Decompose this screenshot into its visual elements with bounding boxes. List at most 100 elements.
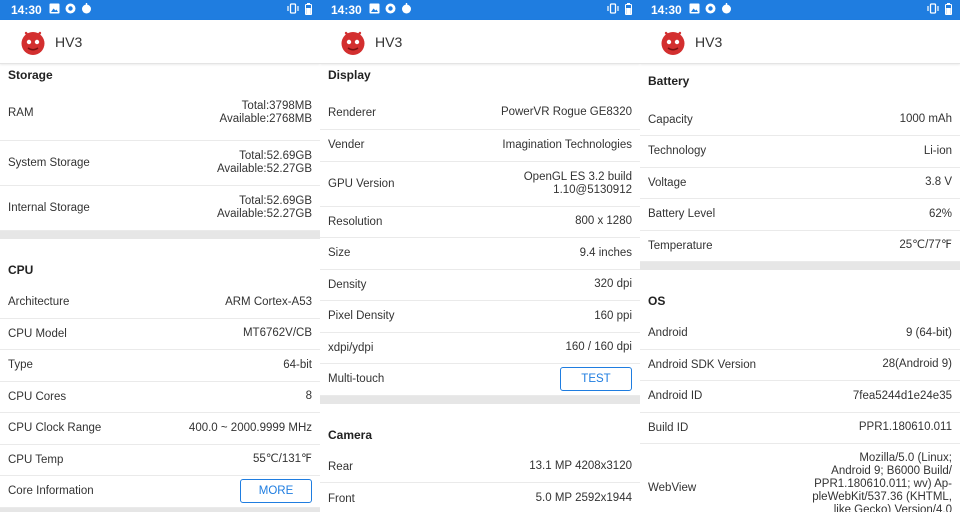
test-button[interactable]: TEST: [560, 367, 632, 392]
row-internal-storage: Internal Storage Total:52.69GB Available…: [0, 186, 320, 231]
row-value: 25℃/77℉: [899, 239, 952, 252]
row-value: 400.0 ~ 2000.9999 MHz: [188, 421, 312, 434]
screen-right: 14:30 HV3 Battery Capacity 1000 mAh Tech…: [640, 0, 960, 512]
row-label: Size: [328, 247, 351, 260]
row-label: Android ID: [648, 390, 703, 403]
section-divider: [320, 395, 640, 404]
section-title-display: Display: [328, 68, 371, 82]
image-icon: [49, 3, 60, 17]
row-label: Architecture: [8, 296, 70, 309]
row-label: Vender: [328, 139, 365, 152]
row-multi-touch: Multi-touch TEST: [320, 364, 640, 396]
row-architecture: Architecture ARM Cortex-A53: [0, 287, 320, 319]
row-front-camera: Front 5.0 MP 2592x1944: [320, 483, 640, 512]
row-label: CPU Clock Range: [8, 422, 102, 435]
android-icon: [81, 3, 92, 17]
row-ram: RAM Total:3798MB Available:2768MB: [0, 86, 320, 141]
row-value: 9 (64-bit): [905, 326, 952, 339]
status-bar: 14:30: [640, 0, 960, 20]
row-label: Voltage: [648, 176, 687, 189]
row-value: 800 x 1280: [575, 215, 632, 228]
row-value: 5.0 MP 2592x1944: [535, 492, 632, 505]
app-title: HV3: [375, 33, 403, 50]
status-time: 14:30: [651, 3, 682, 17]
more-button[interactable]: MORE: [240, 479, 312, 504]
app-title: HV3: [695, 33, 723, 50]
section-title-storage: Storage: [8, 68, 53, 82]
row-label: Renderer: [328, 106, 376, 119]
row-label: Android: [648, 327, 688, 340]
row-cpu-clock-range: CPU Clock Range 400.0 ~ 2000.9999 MHz: [0, 413, 320, 445]
row-label: Build ID: [648, 421, 689, 434]
antutu-logo-icon: [661, 31, 685, 55]
row-value: Total:3798MB Available:2768MB: [219, 100, 313, 125]
row-value: 9.4 inches: [579, 246, 632, 259]
row-value: Li-ion: [923, 144, 952, 157]
circle-icon: [705, 3, 716, 17]
row-label: CPU Temp: [8, 453, 64, 466]
app-bar: HV3: [320, 20, 640, 64]
row-label: Multi-touch: [328, 373, 385, 386]
row-value: Total:52.69GB Available:52.27GB: [216, 150, 312, 175]
status-time: 14:30: [331, 3, 362, 17]
row-label: Battery Level: [648, 208, 716, 221]
row-android-sdk-version: Android SDK Version 28(Android 9): [640, 350, 960, 381]
row-value: 320 dpi: [594, 278, 632, 291]
row-battery-level: Battery Level 62%: [640, 199, 960, 231]
row-cpu-temp: CPU Temp 55℃/131℉: [0, 445, 320, 476]
row-label: xdpi/ydpi: [328, 341, 374, 354]
row-label: CPU Cores: [8, 390, 67, 403]
row-size: Size 9.4 inches: [320, 238, 640, 270]
row-label: Capacity: [648, 113, 693, 126]
row-label: Rear: [328, 460, 353, 473]
vibrate-icon: [287, 3, 299, 17]
circle-icon: [385, 3, 396, 17]
row-value: MT6762V/CB: [242, 327, 312, 340]
row-rear-camera: Rear 13.1 MP 4208x3120: [320, 452, 640, 483]
row-system-storage: System Storage Total:52.69GB Available:5…: [0, 141, 320, 186]
status-time: 14:30: [11, 3, 42, 17]
row-label: Density: [328, 278, 367, 291]
row-core-information: Core Information MORE: [0, 476, 320, 508]
row-label: Pixel Density: [328, 310, 395, 323]
row-label: Type: [8, 359, 33, 372]
antutu-logo-icon: [341, 31, 365, 55]
battery-icon: [305, 2, 312, 18]
section-title-camera: Camera: [328, 427, 373, 442]
row-value: 62%: [928, 207, 952, 220]
row-cpu-cores: CPU Cores 8: [0, 382, 320, 413]
row-pixel-density: Pixel Density 160 ppi: [320, 301, 640, 333]
row-label: Internal Storage: [8, 202, 90, 214]
info-list: Battery Capacity 1000 mAh Technology Li-…: [640, 64, 960, 512]
row-build-id: Build ID PPR1.180610.011: [640, 413, 960, 444]
row-density: Density 320 dpi: [320, 270, 640, 301]
section-title-battery: Battery: [648, 74, 690, 88]
section-divider: [0, 507, 320, 512]
row-gpu-version: GPU Version OpenGL ES 3.2 build 1.10@513…: [320, 162, 640, 207]
row-value: 1000 mAh: [899, 113, 952, 125]
android-icon: [721, 3, 732, 17]
row-value: PPR1.180610.011: [858, 421, 952, 434]
row-android-id: Android ID 7fea5244d1e24e35: [640, 381, 960, 413]
row-label: RAM: [8, 107, 34, 119]
section-divider: [640, 262, 960, 270]
android-icon: [401, 3, 412, 17]
row-value: PowerVR Rogue GE8320: [500, 106, 632, 118]
image-icon: [689, 3, 700, 17]
row-voltage: Voltage 3.8 V: [640, 168, 960, 199]
vibrate-icon: [927, 3, 939, 17]
row-type: Type 64-bit: [0, 350, 320, 382]
row-value: OpenGL ES 3.2 build 1.10@5130912: [523, 170, 632, 196]
row-value: Imagination Technologies: [502, 138, 632, 151]
section-divider: [0, 231, 320, 239]
row-android: Android 9 (64-bit): [640, 318, 960, 350]
row-label: Android SDK Version: [648, 358, 757, 371]
row-renderer: Renderer PowerVR Rogue GE8320: [320, 86, 640, 130]
row-label: GPU Version: [328, 177, 395, 190]
row-label: CPU Model: [8, 327, 67, 340]
screen-left: 14:30 HV3 Storage RAM Total:3798MB Avail…: [0, 0, 320, 512]
status-bar: 14:30: [320, 0, 640, 20]
app-bar: HV3: [0, 20, 320, 64]
row-value: 64-bit: [283, 358, 312, 371]
row-value: Total:52.69GB Available:52.27GB: [216, 195, 312, 220]
